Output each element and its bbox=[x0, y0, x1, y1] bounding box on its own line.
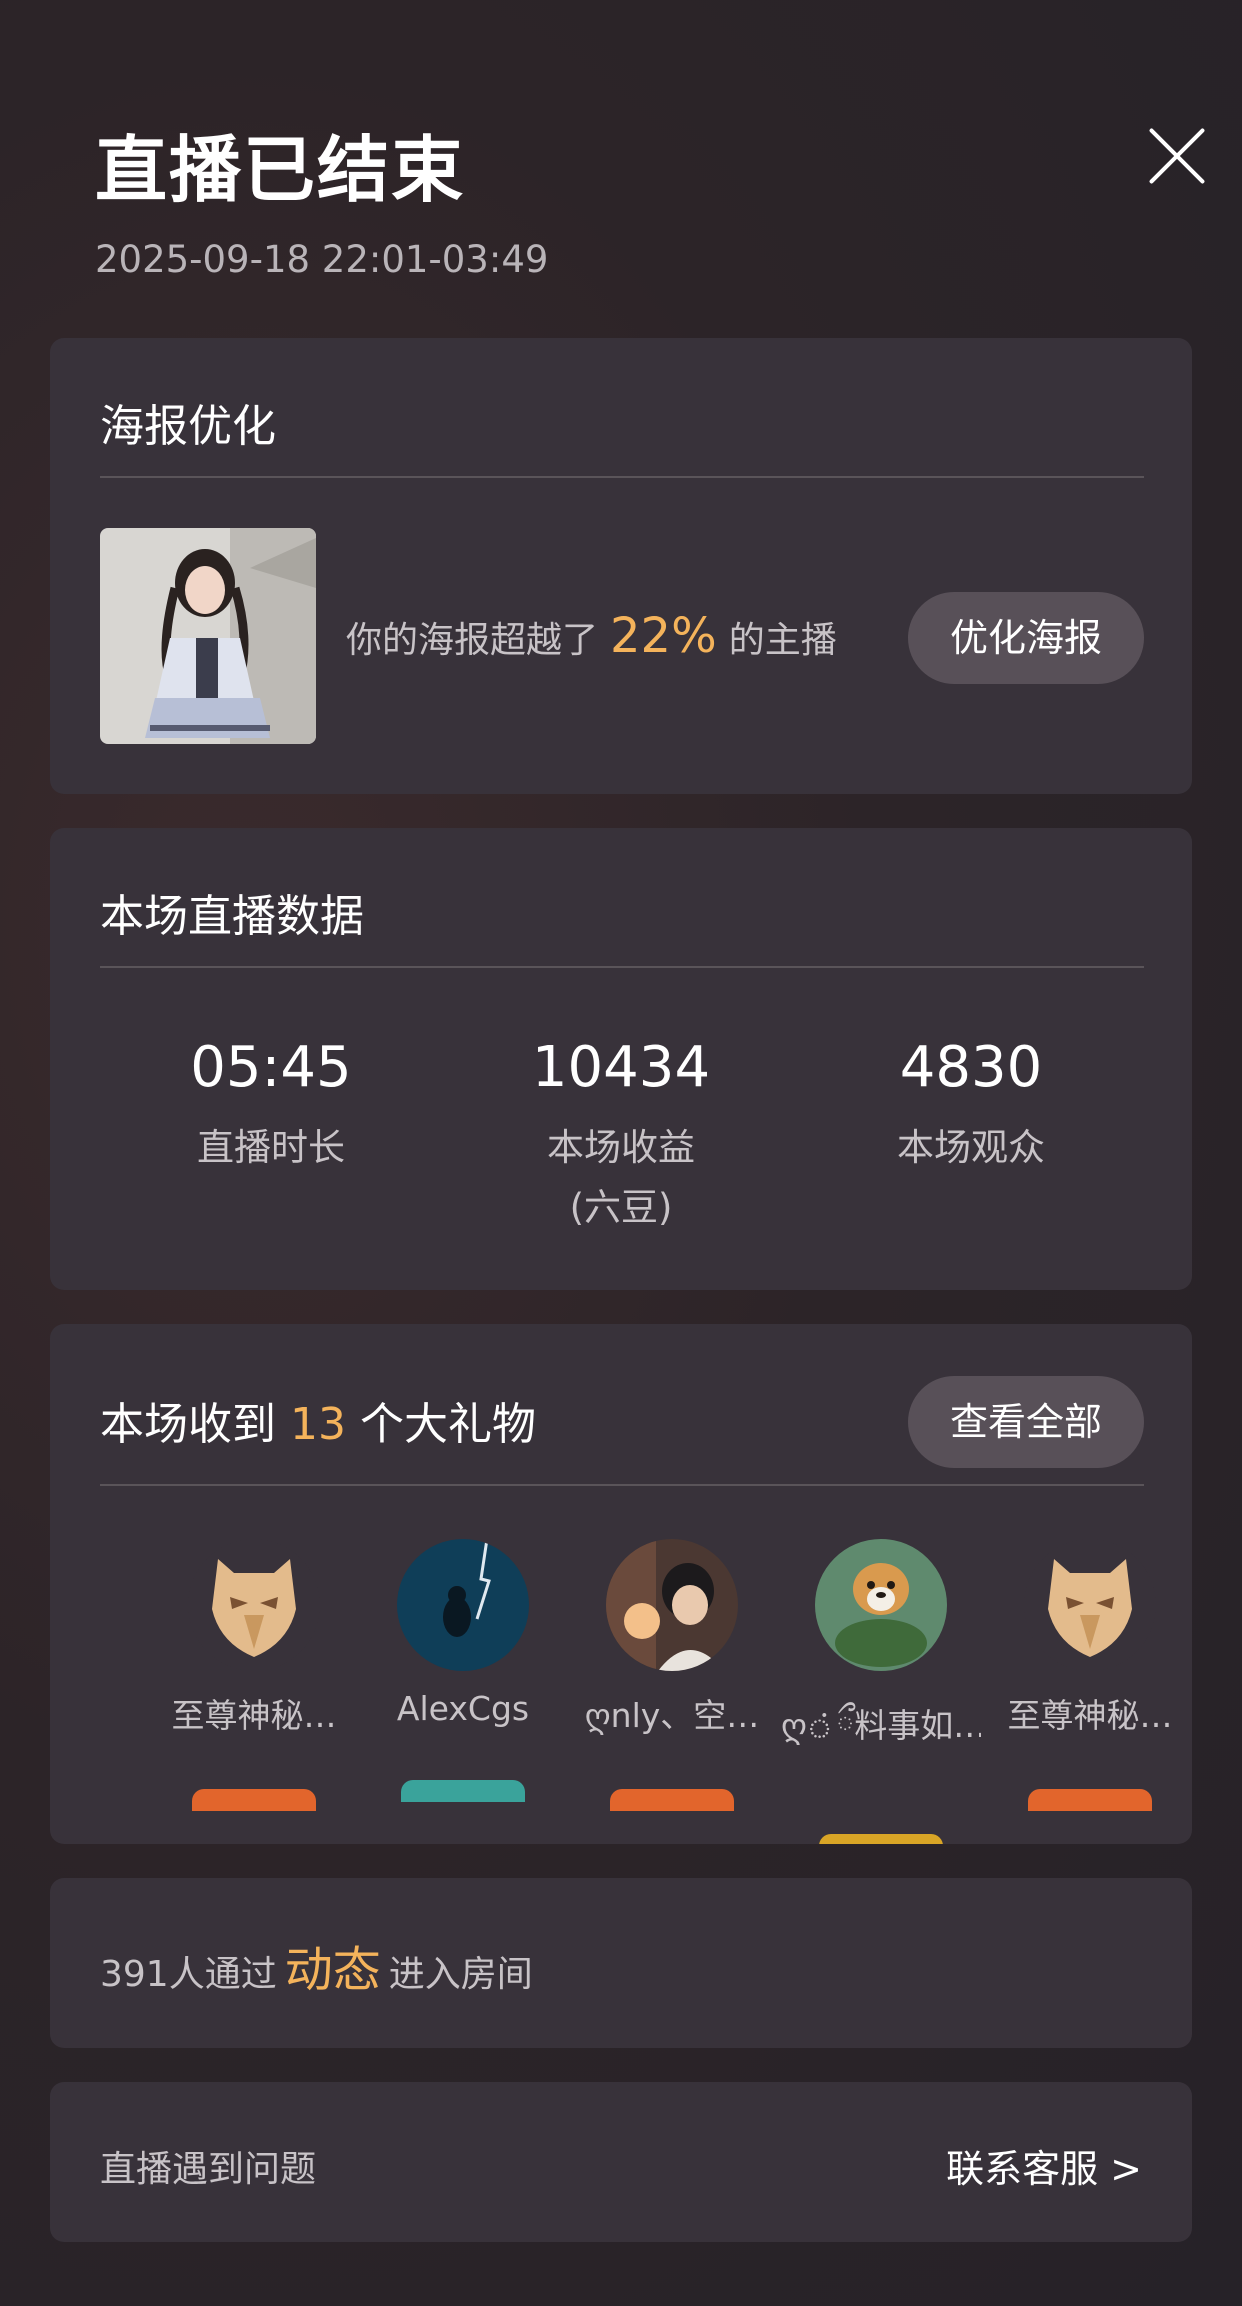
stat-label: 本场观众 bbox=[897, 1126, 1045, 1169]
dynamic-entry-card: 391人通过 动态 进入房间 bbox=[50, 1878, 1192, 2048]
boy-portrait-avatar bbox=[606, 1539, 738, 1671]
page-title: 直播已结束 bbox=[95, 128, 466, 212]
gift-sender-name: ღnly、空… bbox=[584, 1696, 760, 1735]
gold-mask-avatar bbox=[188, 1539, 320, 1671]
stats-card-title: 本场直播数据 bbox=[100, 891, 364, 942]
gold-mask-avatar bbox=[1024, 1539, 1156, 1671]
level-badge bbox=[819, 1834, 943, 1844]
gifts-card-title: 本场收到 13 个大礼物 bbox=[100, 1388, 536, 1452]
dynamic-highlight: 动态 bbox=[284, 1942, 381, 1998]
poster-rank-text: 你的海报超越了 22% 的主播 bbox=[346, 608, 837, 664]
support-label: 直播遇到问题 bbox=[100, 2149, 317, 2190]
poster-desc-prefix: 你的海报超越了 bbox=[346, 620, 599, 661]
stat-duration: 05:45 直播时长 bbox=[121, 1028, 421, 1178]
divider bbox=[100, 1484, 1144, 1486]
support-card: 直播遇到问题 联系客服 > bbox=[50, 2082, 1192, 2242]
gifts-card: 本场收到 13 个大礼物 查看全部 至尊神秘… AlexCgs ღnly、空… … bbox=[50, 1324, 1192, 1844]
gift-sender-name: 至尊神秘… bbox=[1007, 1696, 1173, 1735]
divider bbox=[100, 966, 1144, 968]
dog-turtle-avatar bbox=[815, 1539, 947, 1671]
level-badge bbox=[401, 1780, 525, 1802]
optimize-poster-button[interactable]: 优化海报 bbox=[908, 592, 1144, 684]
poster-card-title: 海报优化 bbox=[100, 401, 276, 452]
stat-value: 10434 bbox=[531, 1035, 711, 1100]
stat-unit: (六豆) bbox=[569, 1186, 673, 1229]
dynamic-suffix: 进入房间 bbox=[388, 1954, 533, 1995]
stat-earnings: 10434 本场收益 (六豆) bbox=[471, 1028, 771, 1238]
gift-sender[interactable]: ღnly、空… bbox=[572, 1539, 772, 1811]
night-sea-avatar bbox=[397, 1539, 529, 1671]
gift-sender[interactable]: AlexCgs bbox=[363, 1539, 563, 1802]
level-badge bbox=[610, 1789, 734, 1811]
header: 直播已结束 2025-09-18 22:01-03:49 bbox=[95, 122, 1195, 322]
gifts-title-suffix: 个大礼物 bbox=[360, 1399, 536, 1450]
contact-support-link[interactable]: 联系客服 > bbox=[946, 2138, 1142, 2193]
stat-audience: 4830 本场观众 bbox=[821, 1028, 1121, 1178]
live-time-range: 2025-09-18 22:01-03:49 bbox=[95, 238, 549, 281]
close-icon[interactable] bbox=[1135, 122, 1219, 206]
stats-card: 本场直播数据 05:45 直播时长 10434 本场收益 (六豆) 4830 本… bbox=[50, 828, 1192, 1290]
gift-sender[interactable]: ღ்ྀ料事如… bbox=[781, 1539, 981, 1844]
stat-value: 4830 bbox=[899, 1035, 1043, 1100]
stat-label: 本场收益 bbox=[547, 1126, 695, 1169]
poster-thumbnail[interactable] bbox=[100, 528, 316, 744]
stat-label: 直播时长 bbox=[197, 1126, 345, 1169]
gifts-title-prefix: 本场收到 bbox=[100, 1399, 276, 1450]
divider bbox=[100, 476, 1144, 478]
gift-sender[interactable]: 至尊神秘… bbox=[990, 1539, 1190, 1811]
gift-sender[interactable]: 至尊神秘… bbox=[154, 1539, 354, 1811]
gift-sender-name: 至尊神秘… bbox=[171, 1696, 337, 1735]
gift-sender-name: AlexCgs bbox=[396, 1689, 530, 1728]
dynamic-prefix: 391人通过 bbox=[100, 1954, 277, 1995]
view-all-gifts-button[interactable]: 查看全部 bbox=[908, 1376, 1144, 1468]
stat-value: 05:45 bbox=[190, 1035, 352, 1100]
poster-desc-suffix: 的主播 bbox=[728, 620, 837, 661]
gift-sender-name: ღ்ྀ料事如… bbox=[781, 1706, 981, 1745]
poster-percent: 22% bbox=[610, 608, 717, 664]
gifts-count: 13 bbox=[290, 1399, 346, 1450]
dynamic-entry-text: 391人通过 动态 进入房间 bbox=[100, 1930, 533, 2000]
level-badge bbox=[192, 1789, 316, 1811]
poster-card: 海报优化 你的海报超越了 22% 的主播 优化海报 bbox=[50, 338, 1192, 794]
level-badge bbox=[1028, 1789, 1152, 1811]
